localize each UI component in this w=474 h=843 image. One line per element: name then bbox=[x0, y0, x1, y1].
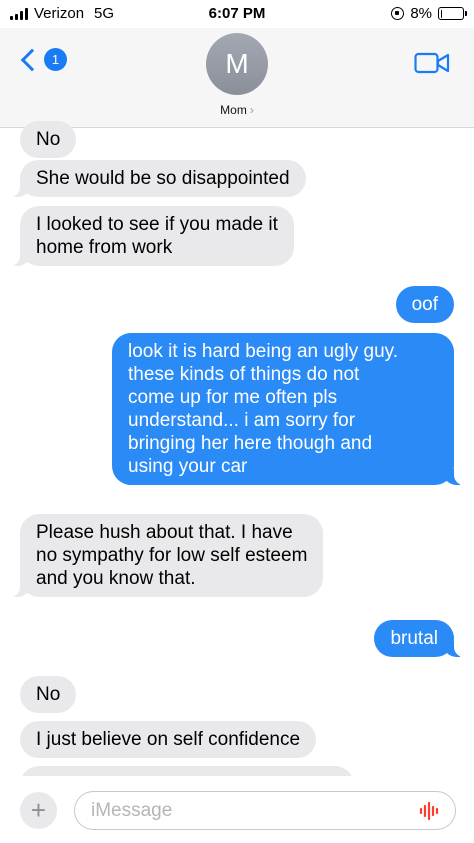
contact-name: Mom bbox=[220, 103, 247, 117]
orientation-lock-icon bbox=[391, 7, 405, 20]
message-bubble-incoming[interactable]: Please hush about that. I have no sympat… bbox=[9, 514, 324, 597]
message-text: brutal bbox=[390, 628, 438, 649]
message-text: She would be so disappointed bbox=[36, 168, 290, 189]
battery-icon bbox=[438, 7, 467, 20]
contact-name-button[interactable]: Mom › bbox=[0, 103, 474, 117]
battery-percent: 8% bbox=[410, 5, 432, 22]
apps-plus-button[interactable]: + bbox=[20, 792, 57, 829]
message-text: No bbox=[36, 129, 61, 150]
message-text: look it is hard being an ugly guy. these… bbox=[128, 341, 399, 477]
message-text: I just believe on self confidence bbox=[36, 729, 301, 750]
chevron-left-icon bbox=[20, 48, 44, 71]
message-text: I looked to see if you made it home from… bbox=[36, 214, 278, 258]
imessage-placeholder: iMessage bbox=[91, 800, 173, 821]
avatar[interactable]: M bbox=[206, 33, 268, 95]
unread-badge: 1 bbox=[44, 48, 67, 71]
status-bar: Verizon 5G 6:07 PM 8% bbox=[0, 0, 474, 28]
audio-waveform-icon[interactable] bbox=[419, 802, 441, 820]
back-button[interactable]: 1 bbox=[18, 48, 67, 71]
message-text: No bbox=[36, 684, 61, 705]
message-bubble-incoming[interactable]: No bbox=[20, 676, 77, 713]
message-bubble-outgoing[interactable]: brutal bbox=[374, 620, 464, 657]
message-bubble-incoming[interactable]: She would be so disappointed bbox=[10, 160, 306, 197]
facetime-video-icon[interactable] bbox=[414, 52, 450, 74]
conversation-header: 1 M Mom › bbox=[0, 28, 474, 128]
message-bubble-incoming[interactable]: I looked to see if you made it home from… bbox=[10, 206, 294, 266]
imessage-input[interactable]: iMessage bbox=[74, 791, 456, 830]
compose-bar: + iMessage bbox=[0, 776, 474, 843]
message-text: oof bbox=[411, 294, 438, 315]
message-bubble-outgoing[interactable]: look it is hard being an ugly guy. these… bbox=[112, 333, 464, 485]
message-bubble-outgoing[interactable]: oof bbox=[395, 286, 454, 323]
chevron-right-icon: › bbox=[249, 103, 254, 117]
message-text: Please hush about that. I have no sympat… bbox=[36, 522, 308, 589]
message-bubble-incoming[interactable]: I just believe on self confidence bbox=[20, 721, 317, 758]
message-bubble-incoming[interactable]: No bbox=[20, 121, 77, 158]
